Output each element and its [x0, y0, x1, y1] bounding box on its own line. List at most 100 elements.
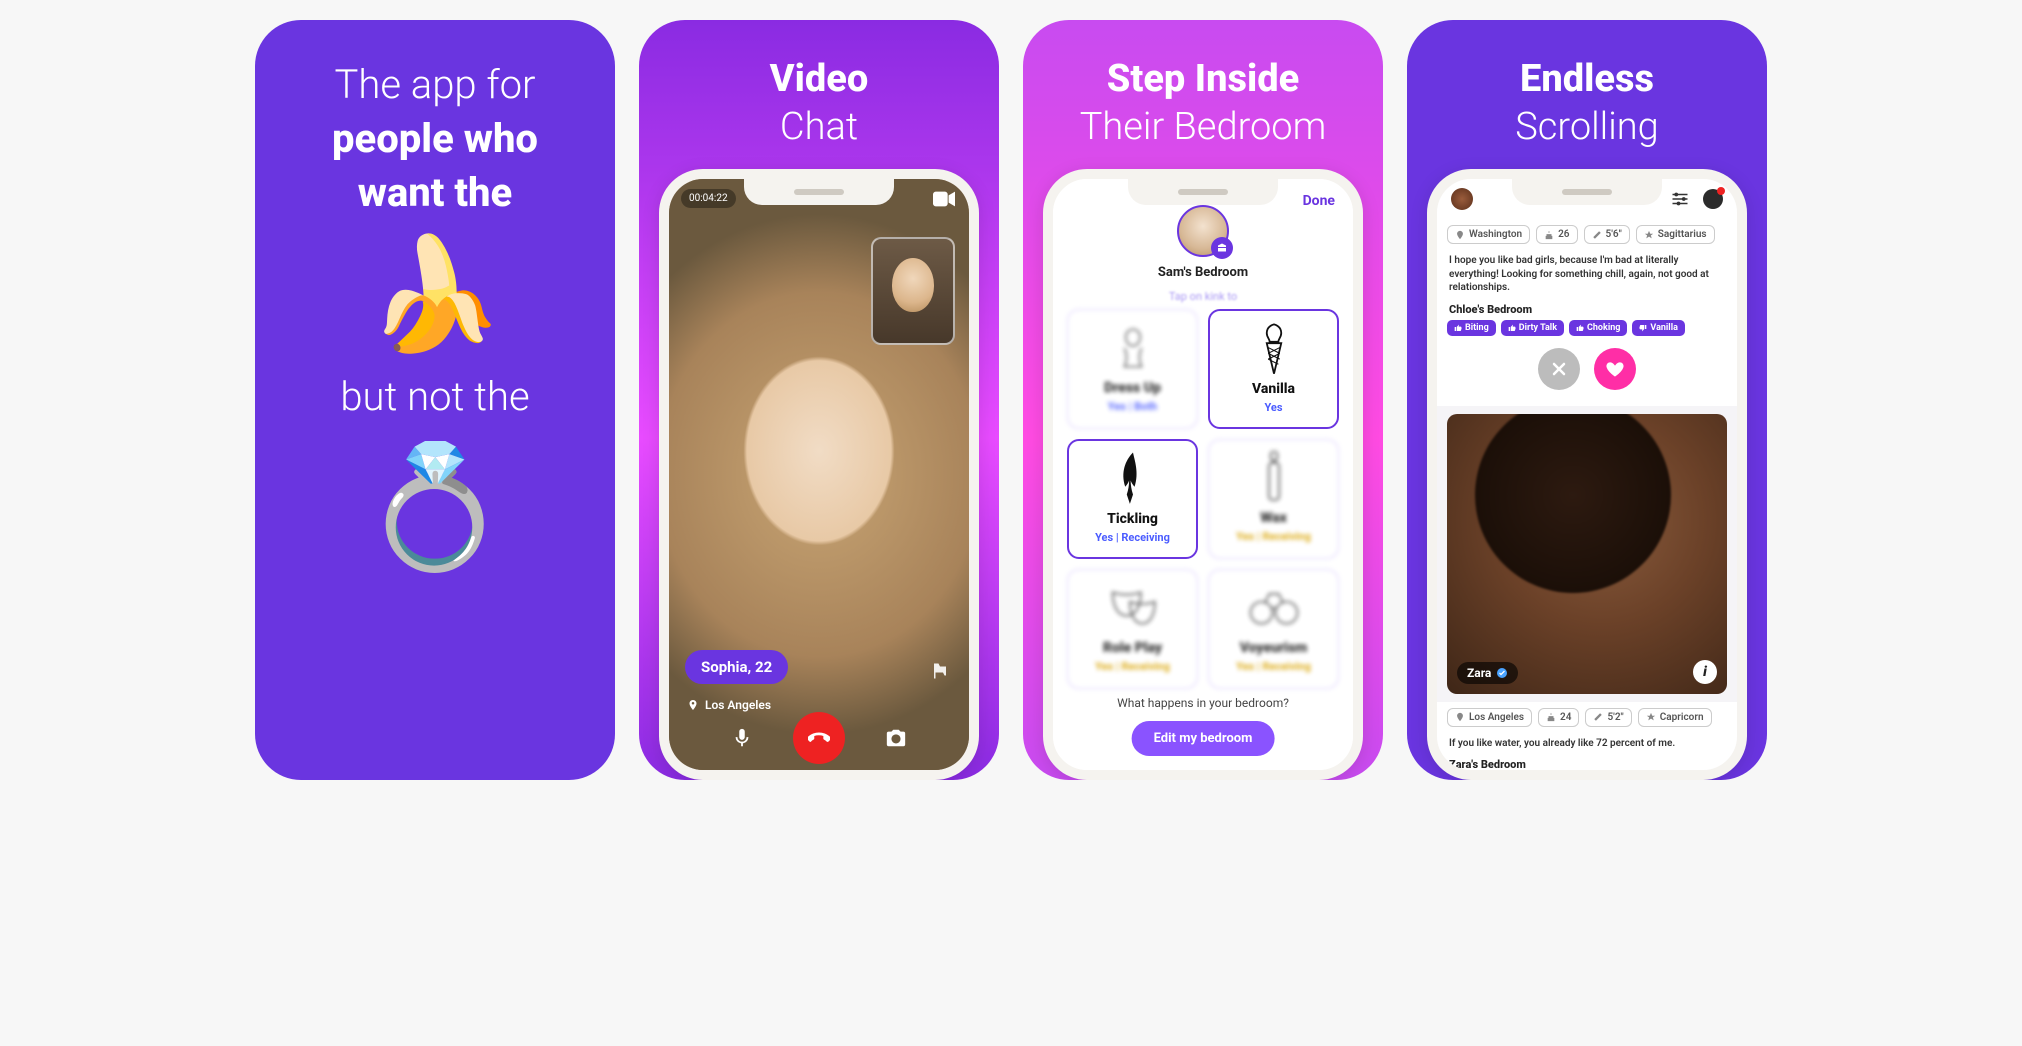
tag-item[interactable]: Dirty Talk: [1501, 320, 1564, 336]
chip-height: 5'2": [1585, 708, 1631, 727]
pin-icon: [1455, 230, 1465, 240]
panel2-title-bold: Video: [770, 57, 869, 101]
star-icon: [1644, 230, 1654, 240]
call-timer: 00:04:22: [681, 189, 736, 208]
edit-bedroom-button[interactable]: Edit my bedroom: [1132, 721, 1275, 756]
promo1-line2b: want the: [358, 169, 512, 216]
profile-name-badge: Zara: [1457, 662, 1518, 684]
cake-icon: [1546, 712, 1556, 722]
videocam-icon[interactable]: [933, 191, 955, 207]
panel3-title-light: Their Bedroom: [1080, 105, 1327, 149]
promo-panel-1: The app for people who want the 🍌 but no…: [255, 20, 615, 780]
binoculars-icon: [1244, 578, 1304, 638]
me-avatar[interactable]: [1451, 188, 1473, 210]
kink-tag: Yes | Receiving: [1095, 660, 1170, 673]
kink-name: Voyeurism: [1240, 640, 1307, 656]
kink-card-wax[interactable]: Wax Yes | Receiving: [1208, 439, 1339, 559]
phone-notch: [744, 179, 894, 205]
kink-name: Tickling: [1107, 511, 1158, 527]
bedroom-owner-label: Sam's Bedroom: [1158, 265, 1248, 280]
chip-age: 24: [1538, 708, 1579, 727]
promo1-line1: The app for: [334, 61, 535, 108]
thumbs-down-icon: [1639, 324, 1647, 332]
kink-card-tickling[interactable]: Tickling Yes | Receiving: [1067, 439, 1198, 559]
call-controls: [669, 712, 969, 764]
panel2-title-light: Chat: [780, 105, 858, 149]
report-flag-icon[interactable]: [931, 662, 949, 680]
chip-city: Los Angeles: [1447, 708, 1532, 727]
hangup-button[interactable]: [793, 712, 845, 764]
chip-city: Washington: [1447, 225, 1530, 244]
chip-age: 26: [1536, 225, 1577, 244]
info-button[interactable]: i: [1693, 660, 1717, 684]
bedroom-tags: Biting Dirty Talk Choking Vanilla: [1437, 320, 1737, 344]
masks-icon: [1103, 578, 1163, 638]
ring-icon: 💍: [332, 438, 538, 578]
kink-tag: Yes | Both: [1108, 400, 1157, 413]
panel4-title-light: Scrolling: [1515, 105, 1658, 149]
done-button[interactable]: Done: [1303, 193, 1335, 209]
kink-card-vanilla[interactable]: Vanilla Yes: [1208, 309, 1339, 429]
phone-notch: [1128, 179, 1278, 205]
ruler-icon: [1593, 712, 1603, 722]
mute-button[interactable]: [721, 717, 763, 759]
phone-mock-bedroom: Done Sam's Bedroom Tap on kink to Dress …: [1043, 169, 1363, 780]
kink-tag: Yes | Receiving: [1236, 530, 1311, 543]
thumbs-up-icon: [1508, 324, 1516, 332]
kink-name: Vanilla: [1252, 381, 1295, 397]
bedroom-badge-icon: [1211, 237, 1233, 259]
kink-card-voyeurism[interactable]: Voyeurism Yes | Receiving: [1208, 569, 1339, 689]
phone-mock-video: 00:04:22 Sophia, 22 Los Angeles: [659, 169, 979, 780]
dressup-icon: [1103, 318, 1163, 378]
cake-icon: [1544, 230, 1554, 240]
promo-panel-3: Step Inside Their Bedroom Done Sam's Bed…: [1023, 20, 1383, 780]
bedroom-instruction-text: Tap on kink to: [1053, 290, 1353, 303]
caller-name-chip[interactable]: Sophia, 22: [685, 650, 788, 684]
caller-location-text: Los Angeles: [705, 698, 771, 712]
chip-height: 5'6": [1584, 225, 1630, 244]
bedroom-section-title: Chloe's Bedroom: [1437, 303, 1737, 320]
kink-card-roleplay[interactable]: Role Play Yes | Receiving: [1067, 569, 1198, 689]
kink-grid: Dress Up Yes | Both Vanilla Yes Tickling…: [1053, 309, 1353, 689]
profile-card-chloe: Washington 26 5'6" Sagittarius I hope yo…: [1437, 219, 1737, 406]
switch-camera-button[interactable]: [875, 717, 917, 759]
tag-item[interactable]: Biting: [1447, 320, 1496, 336]
phone-mock-feed: Washington 26 5'6" Sagittarius I hope yo…: [1427, 169, 1747, 780]
star-icon: [1646, 712, 1656, 722]
promo1-mid: but not the: [340, 373, 529, 420]
profile-card-zara: Los Angeles 24 5'2" Capricorn If you lik…: [1437, 702, 1737, 771]
kink-name: Role Play: [1103, 640, 1162, 656]
profile-photo-zara[interactable]: Zara i: [1447, 414, 1727, 694]
vanilla-icon: [1244, 319, 1304, 379]
feather-icon: [1103, 449, 1163, 509]
pin-icon: [1455, 712, 1465, 722]
promo-panel-4: Endless Scrolling Washington 26 5'6" Sag…: [1407, 20, 1767, 780]
promo1-line2a: people who: [332, 115, 538, 162]
chat-icon[interactable]: [1703, 189, 1723, 209]
caller-location: Los Angeles: [687, 698, 771, 712]
kink-tag: Yes: [1264, 401, 1282, 414]
profile-bio: I hope you like bad girls, because I'm b…: [1437, 250, 1737, 303]
verified-icon: [1496, 667, 1508, 679]
tag-item[interactable]: Vanilla: [1632, 320, 1685, 336]
tag-item[interactable]: Choking: [1569, 320, 1627, 336]
chip-sign: Capricorn: [1638, 708, 1712, 727]
reject-button[interactable]: [1538, 348, 1580, 390]
profile-avatar[interactable]: [1177, 205, 1229, 257]
video-self-thumbnail[interactable]: [871, 237, 955, 345]
kink-name: Wax: [1260, 510, 1287, 526]
kink-tag: Yes | Receiving: [1236, 660, 1311, 673]
promo-panel-2: Video Chat 00:04:22 Sophia, 22 Los Angel…: [639, 20, 999, 780]
thumbs-up-icon: [1576, 324, 1584, 332]
filters-icon[interactable]: [1671, 192, 1689, 206]
profile-bio: If you like water, you already like 72 p…: [1437, 733, 1737, 759]
like-button[interactable]: [1594, 348, 1636, 390]
panel3-title-bold: Step Inside: [1107, 57, 1299, 101]
pin-icon: [687, 699, 699, 711]
kink-card-dressup[interactable]: Dress Up Yes | Both: [1067, 309, 1198, 429]
banana-icon: 🍌: [332, 240, 538, 350]
thumbs-up-icon: [1454, 324, 1462, 332]
phone-notch: [1512, 179, 1662, 205]
chip-sign: Sagittarius: [1636, 225, 1715, 244]
kink-tag: Yes | Receiving: [1095, 531, 1170, 544]
